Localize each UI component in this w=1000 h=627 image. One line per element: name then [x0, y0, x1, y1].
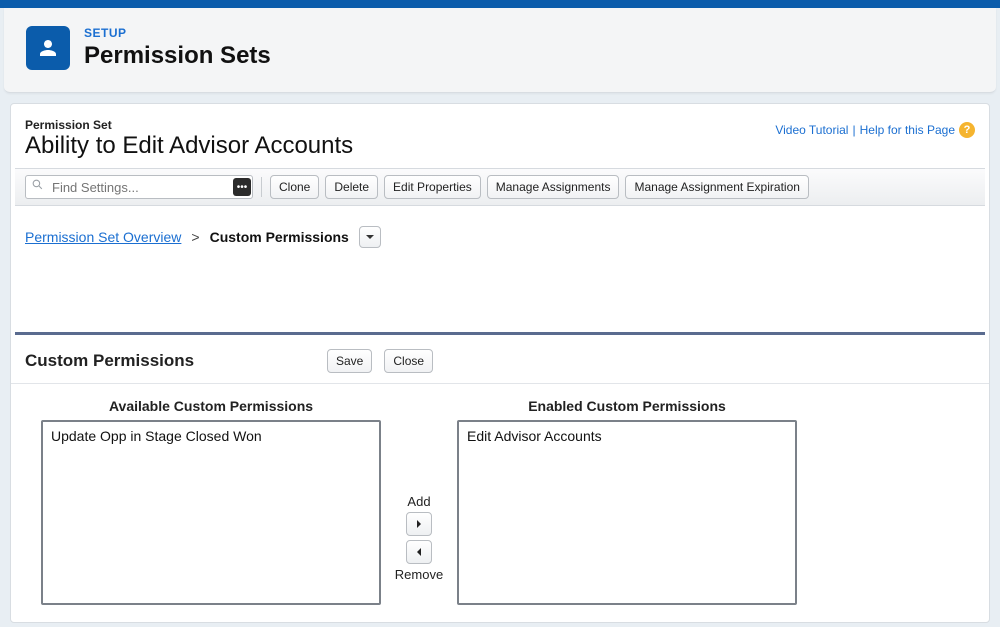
page-container: Permission Set Ability to Edit Advisor A… [10, 103, 990, 623]
mover-controls: Add Remove [391, 494, 447, 582]
search-icon [31, 178, 44, 196]
section-header: Custom Permissions Save Close [11, 335, 989, 384]
manage-assignments-button[interactable]: Manage Assignments [487, 175, 620, 199]
enabled-label: Enabled Custom Permissions [528, 398, 726, 414]
video-tutorial-link[interactable]: Video Tutorial [775, 123, 848, 137]
delete-button[interactable]: Delete [325, 175, 378, 199]
header-title: Permission Sets [84, 42, 271, 70]
section-title: Custom Permissions [25, 351, 315, 371]
add-label: Add [407, 494, 430, 509]
help-links: Video Tutorial | Help for this Page ? [775, 122, 975, 138]
available-column: Available Custom Permissions Update Opp … [41, 398, 381, 605]
clone-button[interactable]: Clone [270, 175, 319, 199]
find-settings-input[interactable] [25, 175, 253, 199]
breadcrumb-current: Custom Permissions [210, 229, 349, 245]
enabled-column: Enabled Custom Permissions Edit Advisor … [457, 398, 797, 605]
available-listbox[interactable]: Update Opp in Stage Closed Won [41, 420, 381, 605]
search-expand-button[interactable]: ••• [233, 178, 251, 196]
breadcrumb-overview-link[interactable]: Permission Set Overview [25, 229, 181, 245]
save-button[interactable]: Save [327, 349, 372, 373]
remove-label: Remove [395, 567, 443, 582]
remove-button[interactable] [406, 540, 432, 564]
setup-header: SETUP Permission Sets [4, 8, 996, 93]
help-for-page-link[interactable]: Help for this Page [860, 123, 955, 137]
breadcrumb-dropdown-button[interactable] [359, 226, 381, 248]
edit-properties-button[interactable]: Edit Properties [384, 175, 481, 199]
object-type-label: Permission Set [25, 118, 353, 132]
top-accent-bar [0, 0, 1000, 8]
page-title: Ability to Edit Advisor Accounts [25, 132, 353, 160]
available-label: Available Custom Permissions [109, 398, 313, 414]
header-eyebrow: SETUP [84, 26, 271, 40]
toolbar-divider [261, 177, 262, 197]
breadcrumb-separator: > [191, 229, 199, 245]
breadcrumb: Permission Set Overview > Custom Permiss… [11, 206, 989, 260]
help-icon[interactable]: ? [959, 122, 975, 138]
list-item[interactable]: Update Opp in Stage Closed Won [49, 426, 373, 446]
add-button[interactable] [406, 512, 432, 536]
action-toolbar: ••• Clone Delete Edit Properties Manage … [15, 168, 985, 206]
list-item[interactable]: Edit Advisor Accounts [465, 426, 789, 446]
close-button[interactable]: Close [384, 349, 433, 373]
dual-picklist-area: Available Custom Permissions Update Opp … [11, 384, 989, 605]
permission-sets-icon [26, 26, 70, 70]
enabled-listbox[interactable]: Edit Advisor Accounts [457, 420, 797, 605]
help-separator: | [852, 123, 855, 137]
manage-assignment-expiration-button[interactable]: Manage Assignment Expiration [625, 175, 808, 199]
